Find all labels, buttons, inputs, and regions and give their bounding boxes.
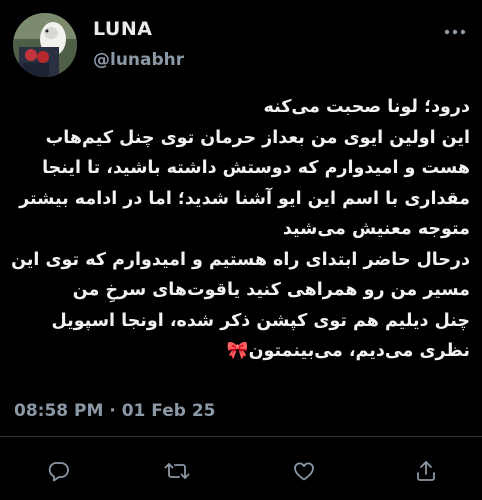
share-icon <box>417 461 435 481</box>
avatar[interactable] <box>13 13 77 77</box>
tweet-line: این اولین ایوی من بعداز حرمان توی چنل کی… <box>45 127 470 148</box>
retweet-icon <box>164 463 190 479</box>
tweet-text: درود؛ لونا صحبت می‌کنه این اولین ایوی من… <box>8 92 470 367</box>
reply-icon <box>48 462 69 482</box>
tweet-line: متوجه معنیش می‌شید <box>282 219 470 239</box>
more-horizontal-icon <box>444 29 466 35</box>
tweet-line: مقداری با اسم این ایو آشنا شدید؛ اما در … <box>19 188 470 209</box>
share-button[interactable] <box>412 457 440 485</box>
tweet-line: چنل دیلیم هم توی کپشن ذکر شده، اونجا اسپ… <box>51 310 470 331</box>
tweet-line: درحال حاضر ابتدای راه هستیم و امیدوارم ک… <box>11 249 470 270</box>
avatar-image <box>13 13 77 77</box>
reply-button[interactable] <box>44 457 72 485</box>
tweet-line: درود؛ لونا صحبت می‌کنه <box>263 97 470 117</box>
tweet-line: نظری می‌دیم، می‌بینمتون🎀 <box>226 341 470 361</box>
display-name[interactable]: LUNA <box>93 18 152 40</box>
more-button[interactable] <box>440 20 470 44</box>
like-button[interactable] <box>290 457 318 485</box>
tweet-line: مسیر من رو همراهی کنید یاقوت‌های سرخِ من <box>72 280 470 300</box>
tweet-line: هست و امیدوارم که دوستش داشته باشید، تا … <box>42 158 470 178</box>
tweet-timestamp[interactable]: 08:58 PM · 01 Feb 25 <box>14 401 215 421</box>
retweet-button[interactable] <box>163 457 191 485</box>
user-handle[interactable]: @lunabhr <box>93 50 184 70</box>
heart-icon <box>294 462 314 481</box>
tweet-header: LUNA @lunabhr <box>0 0 482 90</box>
divider <box>0 436 482 437</box>
